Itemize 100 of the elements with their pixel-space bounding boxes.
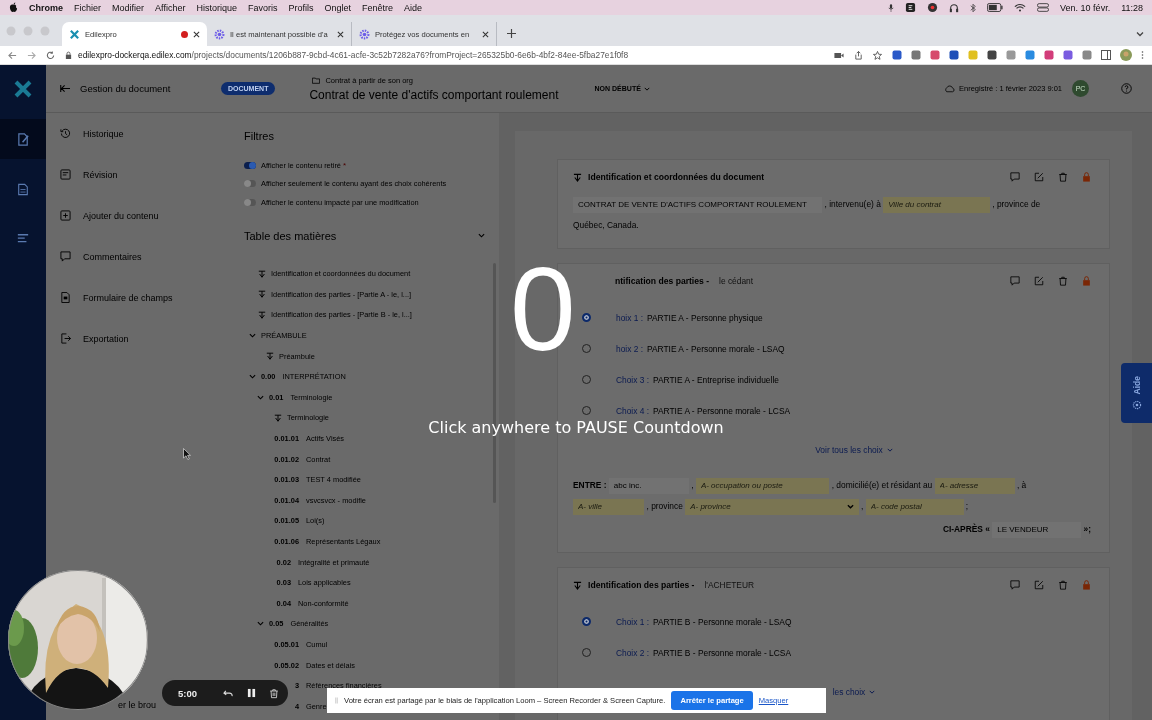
show-all-choices-link[interactable]: les choix bbox=[824, 683, 884, 701]
blank-field[interactable]: A- code postal bbox=[865, 498, 964, 515]
toggle-switch[interactable] bbox=[244, 180, 256, 188]
menu-bar-item[interactable]: Fichier bbox=[74, 2, 102, 13]
extension-icon[interactable] bbox=[927, 2, 939, 13]
menu-bar-date[interactable]: Ven. 10 févr. bbox=[1060, 2, 1111, 13]
show-all-choices-link[interactable]: Voir tous les choix bbox=[807, 441, 901, 459]
revision-icon bbox=[60, 169, 71, 180]
camera-icon[interactable] bbox=[834, 50, 844, 60]
wifi-icon[interactable] bbox=[1014, 3, 1027, 12]
menu-bar-item[interactable]: Favoris bbox=[247, 2, 278, 13]
toggle-switch[interactable] bbox=[244, 198, 256, 206]
comment-icon[interactable] bbox=[1010, 276, 1020, 286]
new-tab-icon[interactable] bbox=[507, 29, 516, 38]
blank-field[interactable]: A- adresse bbox=[934, 477, 1015, 494]
chevron-icon[interactable] bbox=[257, 393, 264, 401]
sidebar-item[interactable]: Révision bbox=[46, 154, 225, 195]
blank-field[interactable]: Ville du contrat bbox=[883, 196, 990, 213]
close-icon[interactable] bbox=[482, 30, 489, 38]
sidebar-icon[interactable] bbox=[1101, 50, 1111, 60]
grip-icon[interactable] bbox=[335, 696, 338, 705]
menu-bar-item[interactable]: Historique bbox=[196, 2, 237, 13]
chevron-icon[interactable] bbox=[249, 373, 256, 381]
menu-bar-item[interactable]: Profils bbox=[288, 2, 314, 13]
microphone-icon[interactable] bbox=[888, 2, 895, 13]
chevron-icon[interactable] bbox=[1136, 30, 1144, 38]
section-icon bbox=[258, 290, 266, 299]
share-icon[interactable] bbox=[854, 50, 863, 60]
back-link[interactable]: Gestion du document bbox=[46, 83, 221, 94]
menu-bar-item[interactable]: Aide bbox=[404, 2, 423, 13]
select-field[interactable]: A- province bbox=[685, 498, 859, 515]
profile-avatar[interactable] bbox=[1120, 49, 1132, 61]
gear-icon bbox=[214, 28, 225, 40]
sidebar-item[interactable]: Historique bbox=[46, 113, 225, 154]
menu-bar-item[interactable]: Afficher bbox=[155, 2, 186, 13]
chevron-icon[interactable] bbox=[249, 332, 256, 340]
chevron-icon[interactable] bbox=[257, 620, 264, 628]
choice-text[interactable]: PARTIE A - Personne morale - LSAQ bbox=[647, 343, 785, 354]
close-icon[interactable] bbox=[193, 30, 200, 38]
headphones-icon[interactable] bbox=[949, 2, 960, 13]
close-icon[interactable] bbox=[337, 30, 344, 38]
radio-button[interactable] bbox=[582, 313, 591, 322]
edit-icon[interactable] bbox=[1034, 580, 1044, 590]
trash-icon[interactable] bbox=[1058, 172, 1068, 182]
sidebar-item[interactable]: Exportation bbox=[46, 318, 225, 359]
pause-icon[interactable] bbox=[247, 688, 256, 698]
trash-icon[interactable] bbox=[1058, 580, 1068, 590]
reload-icon[interactable] bbox=[46, 50, 55, 60]
trash-icon[interactable] bbox=[1058, 276, 1068, 286]
sidebar-item[interactable]: Commentaires bbox=[46, 236, 225, 277]
form-icon bbox=[60, 292, 71, 303]
choice-number: Choix 4 : bbox=[616, 405, 650, 416]
edit-icon[interactable] bbox=[1034, 172, 1044, 182]
apple-icon[interactable] bbox=[9, 2, 18, 13]
forward-icon[interactable] bbox=[27, 50, 36, 60]
bluetooth-icon[interactable] bbox=[970, 2, 977, 13]
menu-bar-clock[interactable]: 11:28 bbox=[1121, 2, 1143, 13]
radio-button[interactable] bbox=[582, 617, 591, 626]
help-tab[interactable]: Aide bbox=[1121, 363, 1152, 423]
rail-button[interactable] bbox=[0, 119, 46, 159]
choice-text[interactable]: PARTIE B - Personne morale - LSAQ bbox=[653, 616, 792, 627]
badge-icon[interactable] bbox=[905, 2, 917, 13]
blank-field[interactable]: A- ville bbox=[573, 498, 645, 515]
undo-icon[interactable] bbox=[223, 688, 234, 698]
more-icon[interactable] bbox=[1141, 50, 1144, 60]
sidebar-link[interactable]: er le brou bbox=[118, 700, 157, 710]
section-icon bbox=[274, 413, 282, 422]
choice-number: hoix 2 : bbox=[616, 343, 643, 354]
x-logo-icon[interactable] bbox=[13, 79, 33, 99]
comment-icon[interactable] bbox=[1010, 172, 1020, 182]
comment-icon[interactable] bbox=[1010, 580, 1020, 590]
edit-icon[interactable] bbox=[1034, 276, 1044, 286]
filled-field[interactable]: LE VENDEUR bbox=[992, 521, 1082, 538]
choice-text[interactable]: PARTIE B - Personne morale - LCSA bbox=[653, 647, 791, 658]
menu-bar-item[interactable]: Onglet bbox=[324, 2, 351, 13]
choice-text[interactable]: PARTIE A - Personne morale - LCSA bbox=[653, 405, 791, 416]
clause-text: ; bbox=[965, 501, 969, 511]
help-icon[interactable] bbox=[1121, 83, 1132, 94]
choice-text[interactable]: PARTIE A - Entreprise individuelle bbox=[653, 374, 779, 385]
menu-bar-item[interactable]: Chrome bbox=[29, 2, 63, 13]
sidebar-item[interactable]: Formulaire de champs bbox=[46, 277, 225, 318]
countdown-hint[interactable]: Click anywhere to PAUSE Countdown bbox=[428, 419, 724, 437]
menu-bar-item[interactable]: Fenêtre bbox=[362, 2, 394, 13]
choice-number: Choix 3 : bbox=[616, 374, 650, 385]
clause-title: ntification des parties - bbox=[615, 276, 710, 286]
menu-bar-item[interactable]: Modifier bbox=[112, 2, 145, 13]
choice-text[interactable]: PARTIE A - Personne physique bbox=[647, 312, 763, 323]
filled-field[interactable]: CONTRAT DE VENTE D'ACTIFS COMPORTANT ROULEMENT bbox=[573, 196, 823, 213]
control-center-icon[interactable] bbox=[1037, 3, 1050, 12]
toggle-switch[interactable] bbox=[244, 161, 256, 169]
battery-icon[interactable] bbox=[987, 3, 1004, 12]
blank-field[interactable]: A- occupation ou poste bbox=[695, 477, 830, 494]
sidebar-item[interactable]: Ajouter du contenu bbox=[46, 195, 225, 236]
back-icon[interactable] bbox=[8, 50, 17, 60]
chevron-icon[interactable] bbox=[478, 232, 485, 239]
chevron-icon bbox=[643, 85, 650, 92]
star-icon[interactable] bbox=[873, 50, 882, 60]
export-icon bbox=[60, 333, 71, 344]
filled-field[interactable]: abc inc. bbox=[608, 477, 689, 494]
chevron-icon bbox=[886, 447, 893, 453]
